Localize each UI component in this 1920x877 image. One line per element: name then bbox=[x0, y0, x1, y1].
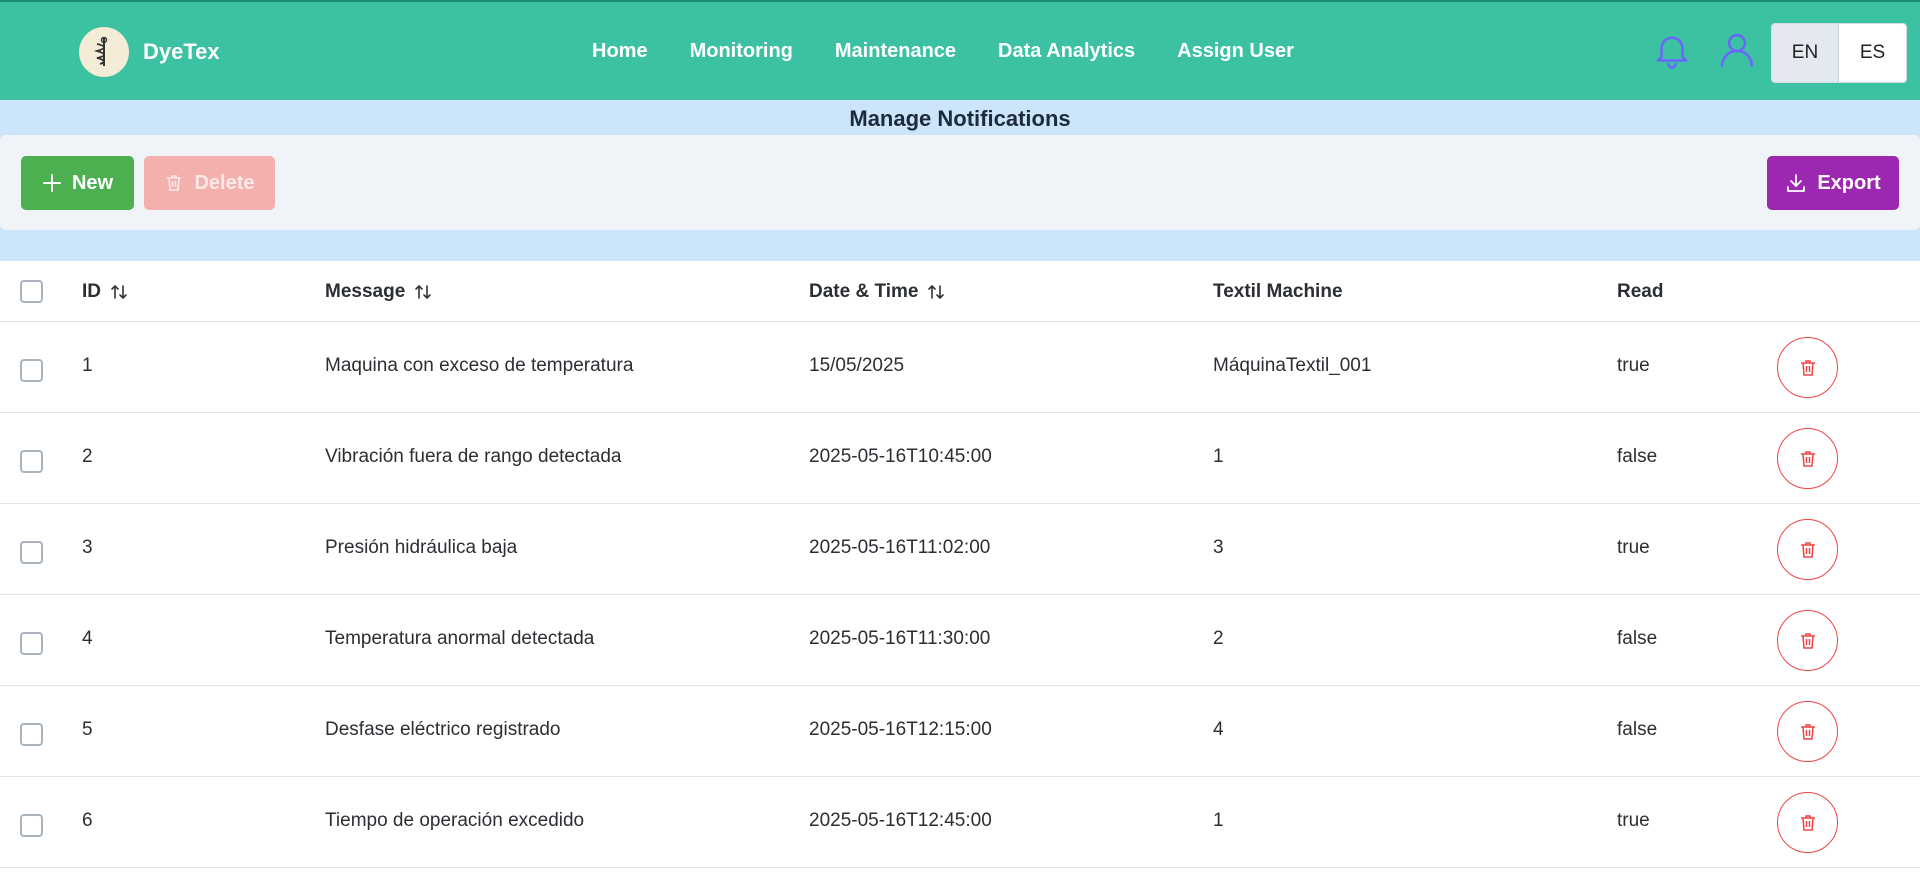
row-checkbox[interactable] bbox=[20, 450, 43, 473]
sort-icon bbox=[415, 284, 432, 300]
nav-monitoring[interactable]: Monitoring bbox=[690, 40, 793, 63]
brand-name: DyeTex bbox=[143, 39, 220, 64]
cell-message: Desfase eléctrico registrado bbox=[325, 719, 561, 740]
cell-message: Presión hidráulica baja bbox=[325, 537, 518, 558]
table-row: 1 Maquina con exceso de temperatura 15/0… bbox=[0, 322, 1920, 413]
trash-icon bbox=[1800, 359, 1815, 376]
nav-assign-user[interactable]: Assign User bbox=[1177, 40, 1294, 63]
cell-machine: 3 bbox=[1213, 537, 1224, 558]
cell-machine: 1 bbox=[1213, 810, 1224, 831]
export-button-label: Export bbox=[1817, 171, 1881, 194]
cell-machine: 4 bbox=[1213, 719, 1224, 740]
bell-icon[interactable] bbox=[1648, 26, 1696, 74]
table-row: 2 Vibración fuera de rango detectada 202… bbox=[0, 413, 1920, 504]
column-header-label: Message bbox=[325, 281, 406, 302]
cell-machine: MáquinaTextil_001 bbox=[1213, 355, 1372, 376]
table-row: 3 Presión hidráulica baja 2025-05-16T11:… bbox=[0, 504, 1920, 595]
column-header-label: Date & Time bbox=[809, 281, 919, 302]
cell-message: Vibración fuera de rango detectada bbox=[325, 446, 622, 467]
nav-home[interactable]: Home bbox=[592, 40, 648, 63]
column-header-label: Textil Machine bbox=[1213, 281, 1343, 302]
new-button-label: New bbox=[71, 171, 114, 194]
cell-datetime: 15/05/2025 bbox=[809, 355, 905, 376]
trash-icon bbox=[1800, 450, 1815, 467]
delete-button[interactable]: Delete bbox=[144, 156, 275, 210]
row-delete-button[interactable] bbox=[1777, 428, 1838, 489]
sort-icon bbox=[928, 284, 945, 300]
trash-icon bbox=[1800, 814, 1815, 831]
row-delete-button[interactable] bbox=[1777, 519, 1838, 580]
column-header-read: Read bbox=[1617, 281, 1663, 303]
cell-id: 1 bbox=[82, 355, 93, 376]
user-icon[interactable] bbox=[1713, 26, 1761, 74]
delete-button-label: Delete bbox=[194, 171, 255, 194]
cell-id: 2 bbox=[82, 446, 93, 467]
select-all-checkbox[interactable] bbox=[20, 280, 43, 303]
column-header-message[interactable]: Message bbox=[325, 281, 433, 303]
column-header-label: ID bbox=[82, 281, 101, 302]
column-header-datetime[interactable]: Date & Time bbox=[809, 281, 946, 303]
cell-id: 5 bbox=[82, 719, 93, 740]
column-header-label: Read bbox=[1617, 281, 1664, 302]
table-header: ID Message Date & Time Textil Machine Re… bbox=[0, 261, 1920, 322]
cell-id: 3 bbox=[82, 537, 93, 558]
cell-message: Tiempo de operación excedido bbox=[325, 810, 585, 831]
cell-id: 6 bbox=[82, 810, 93, 831]
cell-datetime: 2025-05-16T11:30:00 bbox=[809, 628, 991, 649]
cell-datetime: 2025-05-16T10:45:00 bbox=[809, 446, 992, 467]
title-bar: Manage Notifications New Delete Export bbox=[0, 100, 1920, 261]
brand[interactable]: DyeTex bbox=[79, 27, 220, 77]
trash-icon bbox=[1800, 632, 1815, 649]
table-row: 4 Temperatura anormal detectada 2025-05-… bbox=[0, 595, 1920, 686]
cell-read: false bbox=[1617, 719, 1658, 740]
plus-icon bbox=[42, 174, 61, 192]
trash-icon bbox=[1800, 723, 1815, 740]
cell-datetime: 2025-05-16T12:45:00 bbox=[809, 810, 992, 831]
logo-icon bbox=[79, 27, 129, 77]
trash-icon bbox=[167, 175, 182, 191]
nav-data-analytics[interactable]: Data Analytics bbox=[998, 40, 1135, 63]
cell-machine: 1 bbox=[1213, 446, 1224, 467]
new-button[interactable]: New bbox=[21, 156, 134, 210]
row-checkbox[interactable] bbox=[20, 541, 43, 564]
toolbar: New Delete Export bbox=[0, 135, 1920, 230]
row-checkbox[interactable] bbox=[20, 359, 43, 382]
row-delete-button[interactable] bbox=[1777, 701, 1838, 762]
sort-icon bbox=[111, 284, 127, 300]
row-checkbox[interactable] bbox=[20, 632, 43, 655]
notifications-table: ID Message Date & Time Textil Machine Re… bbox=[0, 261, 1920, 868]
cell-id: 4 bbox=[82, 628, 93, 649]
table-row: 6 Tiempo de operación excedido 2025-05-1… bbox=[0, 777, 1920, 868]
cell-message: Maquina con exceso de temperatura bbox=[325, 355, 634, 376]
lang-en-button[interactable]: EN bbox=[1772, 24, 1839, 82]
top-navbar: DyeTex Home Monitoring Maintenance Data … bbox=[0, 0, 1920, 100]
cell-datetime: 2025-05-16T11:02:00 bbox=[809, 537, 991, 558]
row-delete-button[interactable] bbox=[1777, 610, 1838, 671]
cell-machine: 2 bbox=[1213, 628, 1224, 649]
cell-message: Temperatura anormal detectada bbox=[325, 628, 595, 649]
nav-maintenance[interactable]: Maintenance bbox=[835, 40, 956, 63]
cell-read: true bbox=[1617, 537, 1650, 558]
cell-read: true bbox=[1617, 355, 1650, 376]
column-header-id[interactable]: ID bbox=[82, 281, 129, 303]
download-icon bbox=[1787, 174, 1806, 192]
main-nav: Home Monitoring Maintenance Data Analyti… bbox=[592, 40, 1336, 63]
cell-datetime: 2025-05-16T12:15:00 bbox=[809, 719, 992, 740]
column-header-textil-machine: Textil Machine bbox=[1213, 281, 1343, 303]
row-delete-button[interactable] bbox=[1777, 792, 1838, 853]
language-switcher: EN ES bbox=[1771, 23, 1907, 83]
export-button[interactable]: Export bbox=[1767, 156, 1899, 210]
cell-read: false bbox=[1617, 446, 1658, 467]
trash-icon bbox=[1800, 541, 1815, 558]
lang-es-button[interactable]: ES bbox=[1839, 24, 1906, 82]
page-title: Manage Notifications bbox=[849, 106, 1071, 131]
cell-read: false bbox=[1617, 628, 1658, 649]
cell-read: true bbox=[1617, 810, 1650, 831]
row-delete-button[interactable] bbox=[1777, 337, 1838, 398]
row-checkbox[interactable] bbox=[20, 814, 43, 837]
table-row: 5 Desfase eléctrico registrado 2025-05-1… bbox=[0, 686, 1920, 777]
row-checkbox[interactable] bbox=[20, 723, 43, 746]
